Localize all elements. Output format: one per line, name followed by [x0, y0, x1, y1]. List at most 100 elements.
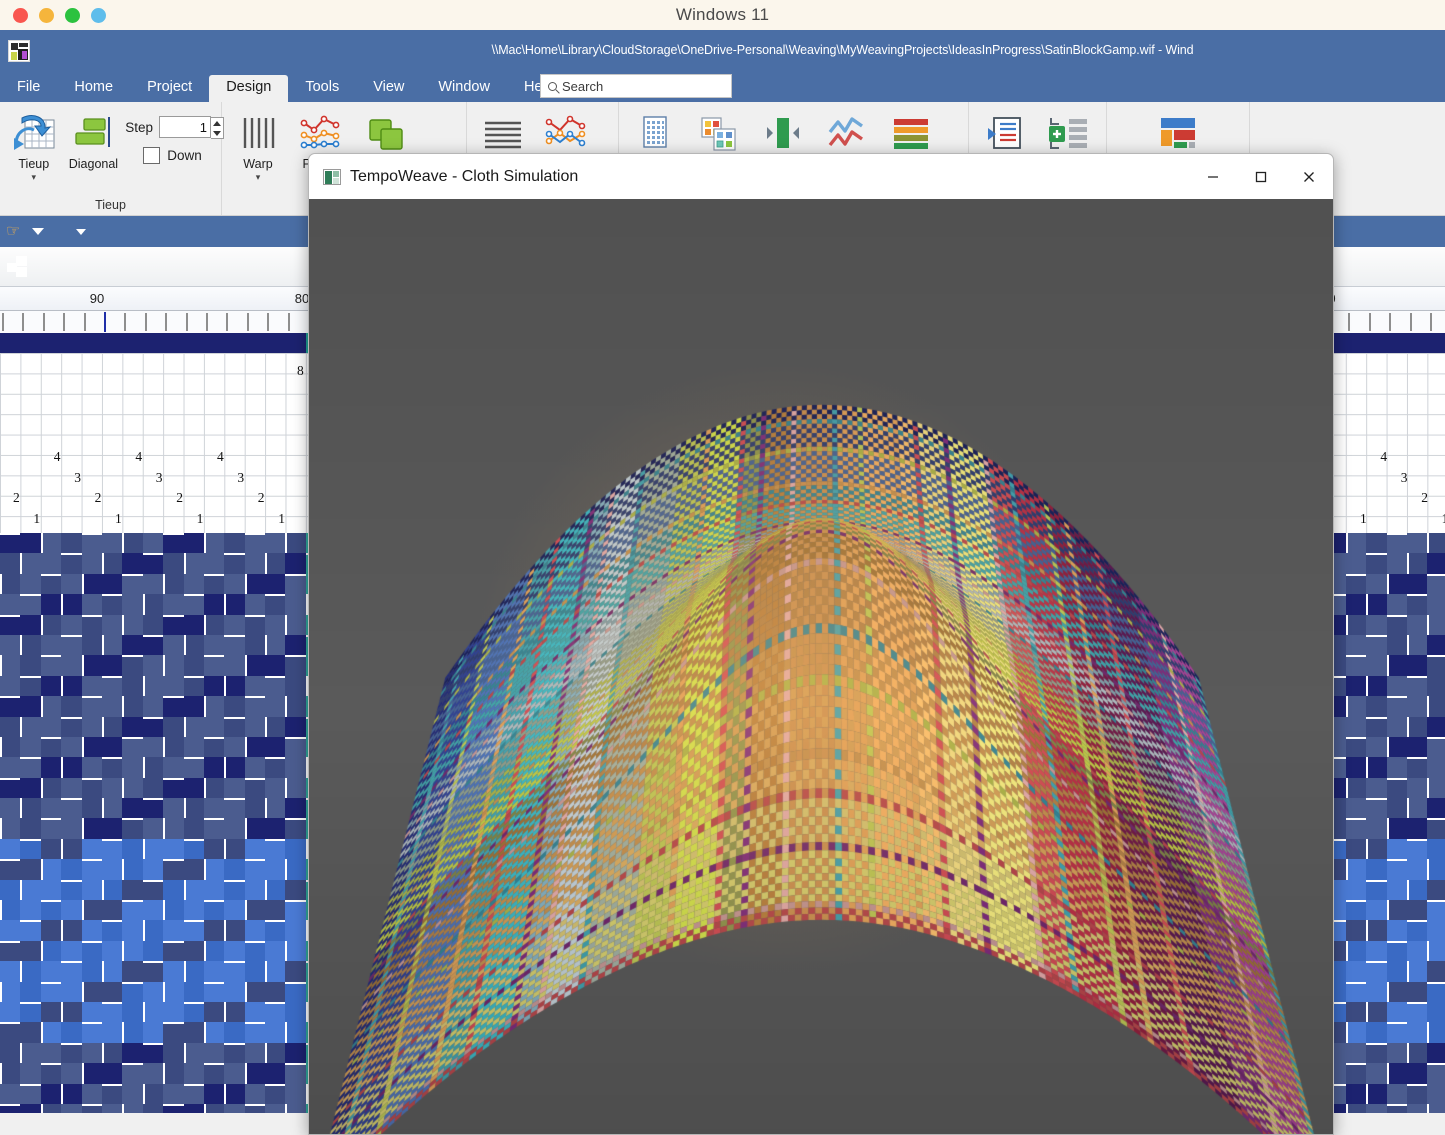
- drawdown-cell[interactable]: [1387, 1084, 1407, 1104]
- drawdown-cell[interactable]: [0, 859, 20, 879]
- drawdown-cell[interactable]: [163, 778, 183, 798]
- drawdown-cell[interactable]: [184, 655, 204, 675]
- drawdown-cell[interactable]: [20, 1084, 40, 1104]
- drawdown-cell[interactable]: [0, 553, 20, 573]
- threading-cell-number[interactable]: 1: [1442, 511, 1445, 527]
- drawdown-cell[interactable]: [122, 1043, 142, 1063]
- drawdown-cell[interactable]: [82, 1084, 102, 1104]
- drawdown-cell[interactable]: [41, 533, 61, 553]
- drawdown-cell[interactable]: [1366, 941, 1386, 961]
- drawdown-cell[interactable]: [1366, 1104, 1386, 1113]
- drawdown-cell[interactable]: [61, 900, 81, 920]
- drawdown-cell[interactable]: [102, 920, 122, 940]
- chevron-down-icon[interactable]: ▾: [256, 173, 261, 182]
- drawdown-cell[interactable]: [1407, 839, 1427, 859]
- drawdown-cell[interactable]: [61, 1063, 81, 1083]
- drawdown-cell[interactable]: [61, 615, 81, 635]
- drawdown-cell[interactable]: [285, 1063, 305, 1083]
- drawdown-cell[interactable]: [0, 533, 20, 553]
- warp-color-cell[interactable]: [20, 333, 40, 353]
- drawdown-cell[interactable]: [1387, 574, 1407, 594]
- drawdown-cell[interactable]: [285, 1022, 305, 1042]
- drawdown-cell[interactable]: [224, 941, 244, 961]
- drawdown-cell[interactable]: [1427, 533, 1445, 553]
- drawdown-cell[interactable]: [122, 778, 142, 798]
- drawdown-cell[interactable]: [224, 1063, 244, 1083]
- drawdown-cell[interactable]: [1346, 798, 1366, 818]
- drawdown-cell[interactable]: [122, 553, 142, 573]
- drawdown-cell[interactable]: [265, 982, 285, 1002]
- drawdown-cell[interactable]: [102, 696, 122, 716]
- drawdown-cell[interactable]: [20, 839, 40, 859]
- drawdown-cell[interactable]: [245, 1002, 265, 1022]
- drawdown-cell[interactable]: [143, 859, 163, 879]
- drawdown-cell[interactable]: [82, 859, 102, 879]
- drawdown-cell[interactable]: [265, 1104, 285, 1113]
- drawdown-cell[interactable]: [265, 615, 285, 635]
- drawdown-cell[interactable]: [1427, 1104, 1445, 1113]
- drawdown-cell[interactable]: [0, 696, 20, 716]
- drawdown-cell[interactable]: [1427, 961, 1445, 981]
- drawdown-cell[interactable]: [204, 574, 224, 594]
- drawdown-cell[interactable]: [1346, 1084, 1366, 1104]
- drawdown-cell[interactable]: [1427, 798, 1445, 818]
- drawdown-cell[interactable]: [41, 757, 61, 777]
- drawdown-cell[interactable]: [61, 941, 81, 961]
- drawdown-cell[interactable]: [102, 880, 122, 900]
- drawdown-cell[interactable]: [143, 737, 163, 757]
- drawdown-cell[interactable]: [245, 655, 265, 675]
- drawdown-cell[interactable]: [1346, 839, 1366, 859]
- drawdown-cell[interactable]: [204, 1002, 224, 1022]
- drawdown-cell[interactable]: [122, 859, 142, 879]
- drawdown-cell[interactable]: [1427, 594, 1445, 614]
- drawdown-cell[interactable]: [265, 533, 285, 553]
- drawdown-cell[interactable]: [1407, 880, 1427, 900]
- drawdown-cell[interactable]: [1387, 1104, 1407, 1113]
- drawdown-cell[interactable]: [122, 533, 142, 553]
- warp-color-cell[interactable]: [1427, 333, 1445, 353]
- drawdown-cell[interactable]: [163, 1022, 183, 1042]
- warp-color-cell[interactable]: [61, 333, 81, 353]
- drawdown-cell[interactable]: [20, 737, 40, 757]
- drawdown-cell[interactable]: [204, 737, 224, 757]
- drawdown-cell[interactable]: [163, 818, 183, 838]
- drawdown-cell[interactable]: [285, 737, 305, 757]
- drawdown-cell[interactable]: [61, 778, 81, 798]
- drawdown-cell[interactable]: [204, 615, 224, 635]
- drawdown-cell[interactable]: [41, 941, 61, 961]
- drawdown-cell[interactable]: [102, 798, 122, 818]
- tab-file[interactable]: File: [0, 75, 57, 102]
- drawdown-cell[interactable]: [285, 1002, 305, 1022]
- drawdown-cell[interactable]: [265, 635, 285, 655]
- drawdown-cell[interactable]: [0, 941, 20, 961]
- drawdown-cell[interactable]: [102, 961, 122, 981]
- drawdown-cell[interactable]: [102, 778, 122, 798]
- drawdown-cell[interactable]: [1427, 900, 1445, 920]
- drawdown-cell[interactable]: [265, 920, 285, 940]
- drawdown-cell[interactable]: [204, 1043, 224, 1063]
- drawdown-cell[interactable]: [1407, 798, 1427, 818]
- drawdown-cell[interactable]: [1427, 1022, 1445, 1042]
- drawdown-cell[interactable]: [143, 1002, 163, 1022]
- drawdown-cell[interactable]: [122, 818, 142, 838]
- spinner-up-icon[interactable]: [213, 121, 221, 126]
- drawdown-cell[interactable]: [1366, 594, 1386, 614]
- drawdown-cell[interactable]: [224, 615, 244, 635]
- drawdown-cell[interactable]: [20, 818, 40, 838]
- drawdown-cell[interactable]: [204, 839, 224, 859]
- drawdown-cell[interactable]: [245, 839, 265, 859]
- drawdown-cell[interactable]: [122, 574, 142, 594]
- drawdown-cell[interactable]: [41, 961, 61, 981]
- drawdown-cell[interactable]: [143, 961, 163, 981]
- drawdown-cell[interactable]: [224, 1043, 244, 1063]
- drawdown-cell[interactable]: [265, 900, 285, 920]
- drawdown-cell[interactable]: [1387, 717, 1407, 737]
- drawdown-cell[interactable]: [224, 961, 244, 981]
- drawdown-cell[interactable]: [265, 696, 285, 716]
- drawdown-cell[interactable]: [1427, 839, 1445, 859]
- drawdown-cell[interactable]: [20, 798, 40, 818]
- drawdown-cell[interactable]: [184, 553, 204, 573]
- drawdown-cell[interactable]: [265, 941, 285, 961]
- drawdown-cell[interactable]: [143, 798, 163, 818]
- drawdown-cell[interactable]: [41, 900, 61, 920]
